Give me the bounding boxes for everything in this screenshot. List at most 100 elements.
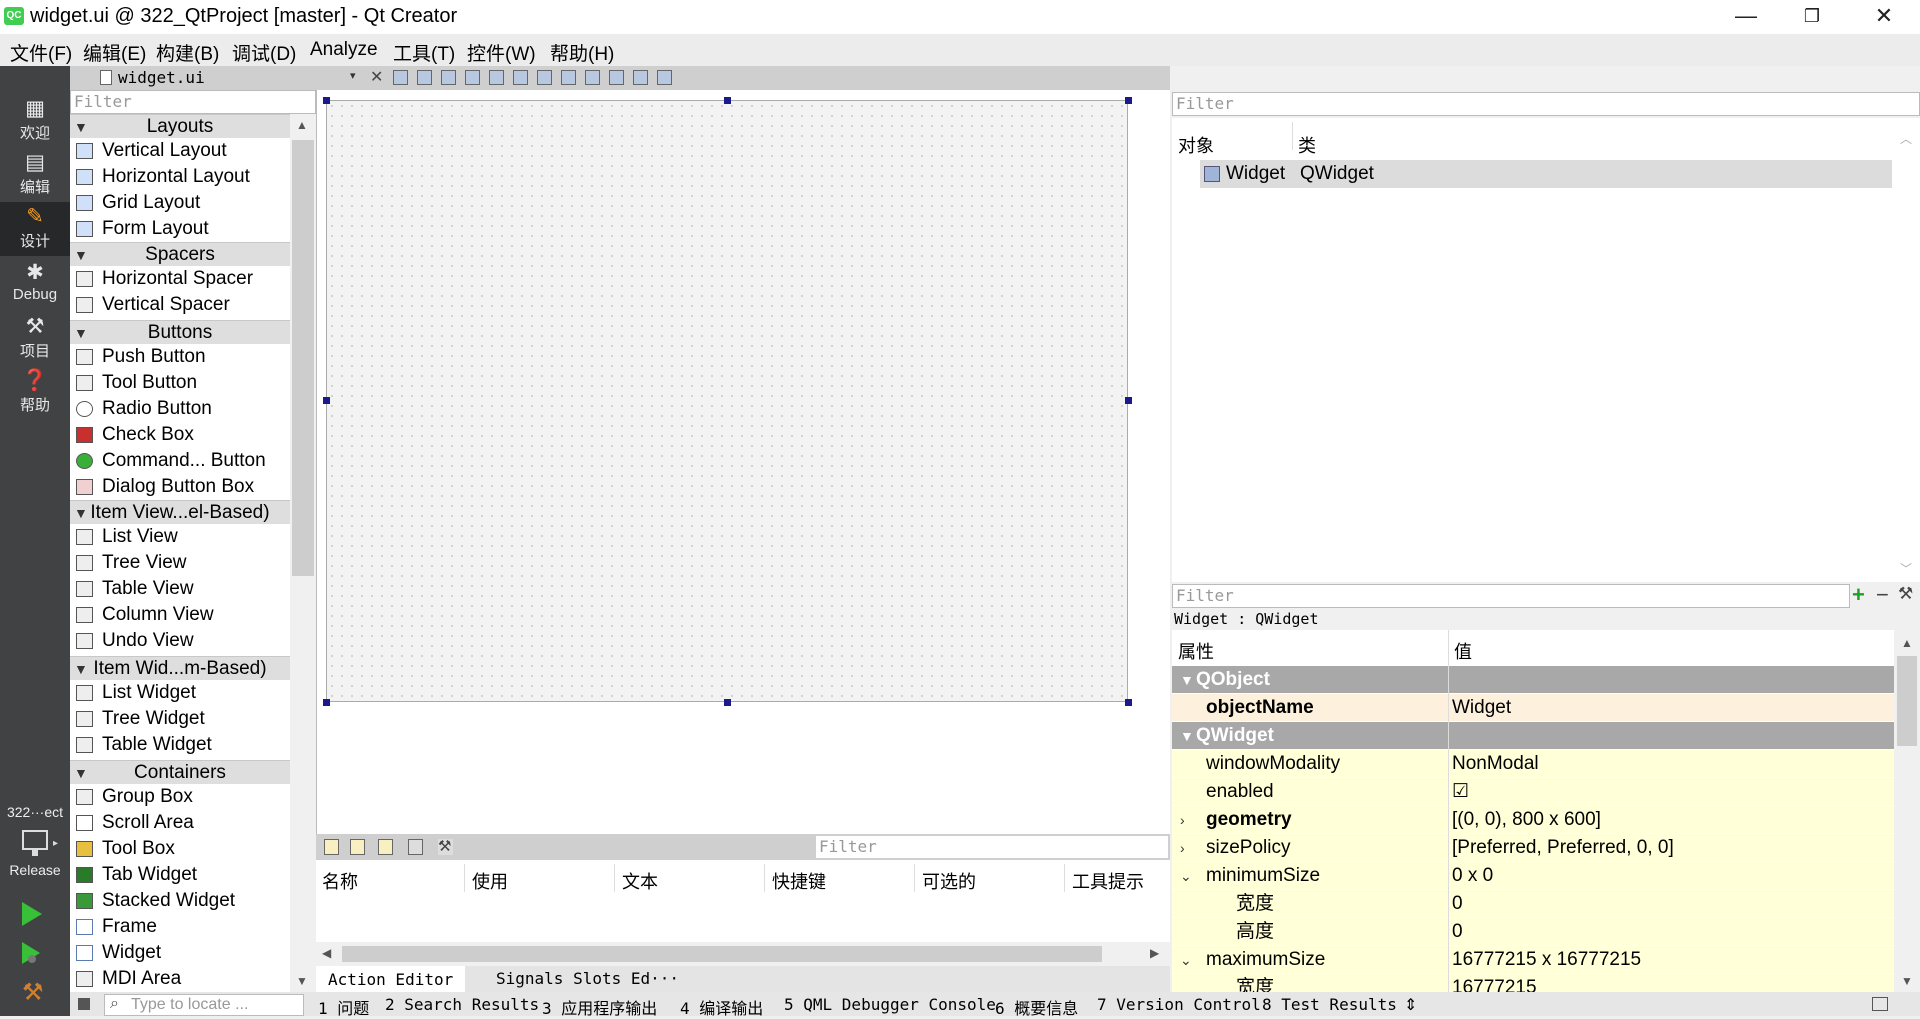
menu-tools[interactable]: 工具(T) xyxy=(393,39,455,66)
form-canvas[interactable] xyxy=(326,100,1128,702)
close-document-icon[interactable]: ✕ xyxy=(370,67,383,87)
column-header[interactable]: 可选的 xyxy=(922,868,976,894)
add-property-icon[interactable]: + xyxy=(1852,582,1865,608)
scroll-up-icon[interactable]: ︿ xyxy=(1900,130,1912,147)
column-header[interactable]: 使用 xyxy=(472,868,508,894)
resize-handle[interactable] xyxy=(724,699,731,706)
scroll-down-icon[interactable]: ﹀ xyxy=(1900,560,1912,577)
widget-item[interactable]: Tree View xyxy=(70,550,290,576)
widget-item[interactable]: Table View xyxy=(70,576,290,602)
widget-item[interactable]: Horizontal Spacer xyxy=(70,266,290,292)
resize-handle[interactable] xyxy=(1125,397,1132,404)
resize-handle[interactable] xyxy=(323,97,330,104)
menu-widgets[interactable]: 控件(W) xyxy=(467,39,536,66)
widget-item[interactable]: Tool Button xyxy=(70,370,290,396)
widget-item[interactable]: Column View xyxy=(70,602,290,628)
object-tree-row[interactable]: Widget QWidget xyxy=(1200,160,1892,188)
column-header-class[interactable]: 类 xyxy=(1298,132,1316,158)
document-name[interactable]: widget.ui xyxy=(118,68,205,87)
column-header[interactable]: 工具提示 xyxy=(1072,868,1144,894)
mode-projects[interactable]: ⚒ 项目 xyxy=(0,312,70,366)
output-tab-search[interactable]: 2 Search Results xyxy=(385,995,539,1014)
property-row[interactable]: › sizePolicy [Preferred, Preferred, 0, 0] xyxy=(1172,834,1894,862)
action-editor-hscroll-thumb[interactable] xyxy=(342,946,1102,962)
toggle-progress-icon[interactable] xyxy=(1872,997,1888,1011)
widget-item[interactable]: Command... Button xyxy=(70,448,290,474)
hammer-icon[interactable]: ⚒ xyxy=(22,980,48,1006)
category-containers[interactable]: ▼ Containers xyxy=(70,760,290,784)
splitter-horizontal-icon[interactable] xyxy=(537,70,552,85)
menu-debug[interactable]: 调试(D) xyxy=(232,39,296,66)
mode-help[interactable]: ❓ 帮助 xyxy=(0,366,70,420)
splitter-vertical-icon[interactable] xyxy=(561,70,576,85)
column-header-value[interactable]: 值 xyxy=(1454,638,1472,664)
widget-item[interactable]: Group Box xyxy=(70,784,290,810)
debug-run-button[interactable] xyxy=(22,942,40,964)
break-layout-icon[interactable] xyxy=(633,70,648,85)
scroll-left-icon[interactable]: ◀ xyxy=(322,946,331,960)
kit-project-label[interactable]: 322···ect xyxy=(0,804,70,820)
category-buttons[interactable]: ▼ Buttons xyxy=(70,320,290,344)
widget-item[interactable]: Dialog Button Box xyxy=(70,474,290,500)
property-row[interactable]: objectName Widget xyxy=(1172,694,1894,722)
edit-signals-icon[interactable] xyxy=(417,70,432,85)
action-list[interactable] xyxy=(316,896,1170,942)
chevron-down-icon[interactable]: ▾ xyxy=(350,69,356,82)
resize-handle[interactable] xyxy=(1125,699,1132,706)
column-header-property[interactable]: 属性 xyxy=(1178,638,1214,664)
mode-debug[interactable]: ✱ Debug xyxy=(0,258,70,312)
widget-item[interactable]: MDI Area xyxy=(70,966,290,992)
property-row[interactable]: ⌄ minimumSize 0 x 0 xyxy=(1172,862,1894,890)
menu-analyze[interactable]: Analyze xyxy=(310,39,378,61)
menu-file[interactable]: 文件(F) xyxy=(10,39,72,66)
category-item-widgets[interactable]: ▼ Item Wid...m-Based) xyxy=(70,656,290,680)
edit-tab-order-icon[interactable] xyxy=(465,70,480,85)
layout-form-icon[interactable] xyxy=(609,70,624,85)
scroll-right-icon[interactable]: ▶ xyxy=(1150,946,1159,960)
category-spacers[interactable]: ▼ Spacers xyxy=(70,242,290,266)
sidebar-toggle-icon[interactable] xyxy=(78,998,90,1010)
output-tab-general-messages[interactable]: 6 概要信息 xyxy=(995,995,1078,1019)
scroll-up-icon[interactable]: ▲ xyxy=(1901,636,1913,650)
layout-vertical-icon[interactable] xyxy=(513,70,528,85)
property-row[interactable]: windowModality NonModal xyxy=(1172,750,1894,778)
widget-item[interactable]: List Widget xyxy=(70,680,290,706)
tab-signals-slots[interactable]: Signals Slots Ed··· xyxy=(496,969,679,988)
mode-edit[interactable]: ▤ 编辑 xyxy=(0,148,70,202)
property-editor-filter[interactable]: Filter xyxy=(1172,584,1850,608)
output-tab-compile[interactable]: 4 编译输出 xyxy=(680,995,763,1019)
run-button[interactable] xyxy=(22,902,42,926)
widget-item[interactable]: Frame xyxy=(70,914,290,940)
minimize-button[interactable]: — xyxy=(1710,0,1782,34)
widget-item[interactable]: Tree Widget xyxy=(70,706,290,732)
new-action-icon[interactable] xyxy=(324,839,339,855)
resize-handle[interactable] xyxy=(724,97,731,104)
delete-action-icon[interactable] xyxy=(408,839,423,855)
widget-item[interactable]: Undo View xyxy=(70,628,290,654)
category-layouts[interactable]: ▼ Layouts xyxy=(70,114,290,138)
property-editor-scroll-thumb[interactable] xyxy=(1897,656,1917,746)
output-tab-version-control[interactable]: 7 Version Control xyxy=(1097,995,1261,1014)
widget-item[interactable]: Scroll Area xyxy=(70,810,290,836)
output-pane-toggle-icon[interactable]: ⇕ xyxy=(1404,995,1417,1015)
chevron-right-icon[interactable]: › xyxy=(1180,806,1185,834)
property-row[interactable]: ⌄ maximumSize 16777215 x 16777215 xyxy=(1172,946,1894,974)
category-item-views[interactable]: ▼ Item View...el-Based) xyxy=(70,500,290,524)
widget-item[interactable]: Horizontal Layout xyxy=(70,164,290,190)
widget-item[interactable]: List View xyxy=(70,524,290,550)
chevron-down-icon[interactable]: ⌄ xyxy=(1180,862,1192,890)
edit-buddies-icon[interactable] xyxy=(441,70,456,85)
scroll-down-icon[interactable]: ▼ xyxy=(296,974,308,988)
mode-design[interactable]: ✎ 设计 xyxy=(0,202,70,256)
scroll-down-icon[interactable]: ▼ xyxy=(1901,974,1913,988)
property-row[interactable]: › geometry [(0, 0), 800 x 600] xyxy=(1172,806,1894,834)
layout-grid-icon[interactable] xyxy=(585,70,600,85)
output-tab-test-results[interactable]: 8 Test Results xyxy=(1262,995,1397,1014)
output-tab-issues[interactable]: 1 问题 xyxy=(318,995,369,1019)
copy-action-icon[interactable] xyxy=(350,839,365,855)
widget-item[interactable]: Check Box xyxy=(70,422,290,448)
menu-edit[interactable]: 编辑(E) xyxy=(83,39,146,66)
close-button[interactable]: ✕ xyxy=(1848,0,1920,34)
output-tab-app-output[interactable]: 3 应用程序输出 xyxy=(542,995,657,1019)
column-header[interactable]: 快捷键 xyxy=(772,868,826,894)
